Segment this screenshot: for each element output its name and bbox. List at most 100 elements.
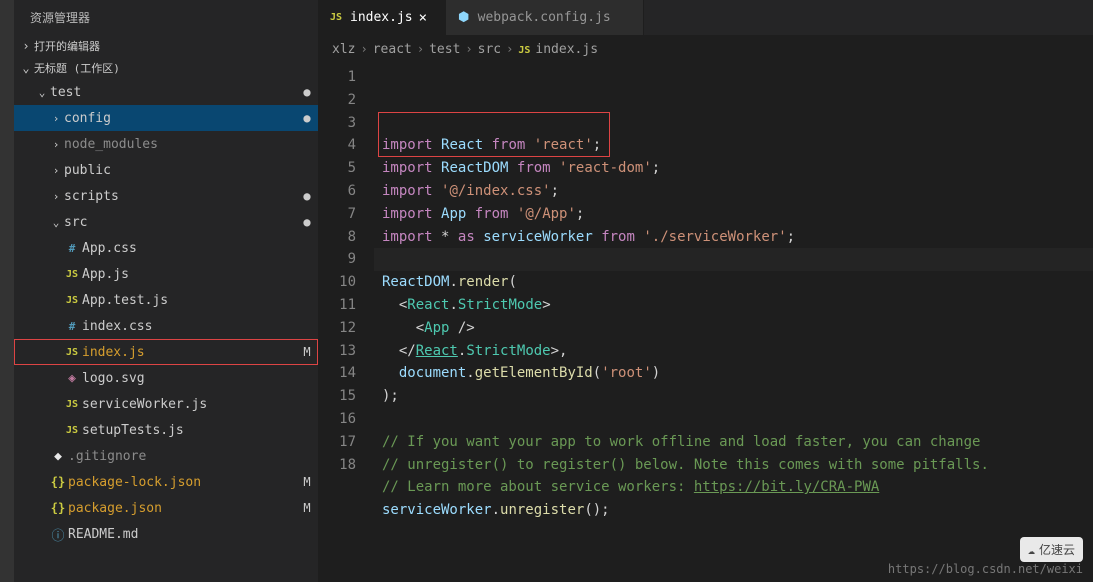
item-label: package-lock.json [68,475,296,490]
file-icon: JS [62,399,82,410]
file-index.js[interactable]: JSindex.jsM [14,339,318,365]
file-icon: JS [518,42,530,57]
code-line-2[interactable]: import ReactDOM from 'react-dom'; [374,157,1093,180]
breadcrumb-segment[interactable]: src [478,42,501,57]
cloud-badge: ☁ 亿速云 [1020,537,1083,562]
chevron-down-icon: ⌄ [34,86,50,99]
git-status: M [296,345,318,359]
file-.gitignore[interactable]: ◆.gitignore [14,443,318,469]
folder-public[interactable]: ›public [14,157,318,183]
chevron-right-icon: › [48,190,64,203]
item-label: setupTests.js [82,423,296,438]
file-App.js[interactable]: JSApp.js [14,261,318,287]
sidebar-title: 资源管理器 [14,0,318,35]
file-serviceWorker.js[interactable]: JSserviceWorker.js [14,391,318,417]
folder-scripts[interactable]: ›scripts● [14,183,318,209]
file-package.json[interactable]: {}package.jsonM [14,495,318,521]
item-label: App.js [82,267,296,282]
file-icon: JS [62,425,82,436]
editor-area: JS index.js × ⬢ webpack.config.js xlz › react ›… [318,0,1093,582]
tab-index.js[interactable]: JS index.js × [318,0,446,35]
file-icon: JS [62,269,82,280]
workspace-section[interactable]: ⌄ 无标题 (工作区) [14,57,318,79]
activity-bar[interactable] [0,0,14,582]
chevron-right-icon: › [465,42,472,56]
chevron-right-icon: › [48,112,64,125]
folder-src[interactable]: ⌄src● [14,209,318,235]
editor-tabs: JS index.js × ⬢ webpack.config.js [318,0,1093,35]
file-README.md[interactable]: ⓘREADME.md [14,521,318,547]
item-label: src [64,215,296,230]
chevron-right-icon: › [48,138,64,151]
chevron-right-icon: › [360,42,367,56]
folder-config[interactable]: ›config● [14,105,318,131]
item-label: App.css [82,241,296,256]
item-label: scripts [64,189,296,204]
close-icon[interactable]: × [419,10,435,26]
tab-label: webpack.config.js [478,10,611,25]
code-line-11[interactable]: document.getElementById('root') [374,362,1093,385]
item-label: serviceWorker.js [82,397,296,412]
chevron-right-icon: › [417,42,424,56]
item-label: App.test.js [82,293,296,308]
tab-label: index.js [350,10,413,25]
item-label: node_modules [64,137,296,152]
file-App.css[interactable]: #App.css [14,235,318,261]
item-label: test [50,85,296,100]
folder-node_modules[interactable]: ›node_modules [14,131,318,157]
file-icon: JS [328,12,344,23]
code-line-8[interactable]: <React.StrictMode> [374,294,1093,317]
chevron-right-icon: › [18,39,34,53]
chevron-down-icon: ⌄ [18,61,34,75]
file-icon: ⓘ [48,525,68,544]
code-editor[interactable]: 123456789101112131415161718 import React… [318,63,1093,582]
file-icon: JS [62,347,82,358]
breadcrumb-segment[interactable]: react [373,42,412,57]
item-label: public [64,163,296,178]
code-line-4[interactable]: import App from '@/App'; [374,203,1093,226]
git-status: M [296,475,318,489]
file-logo.svg[interactable]: ◈logo.svg [14,365,318,391]
code-line-5[interactable]: import * as serviceWorker from './servic… [374,226,1093,249]
file-package-lock.json[interactable]: {}package-lock.jsonM [14,469,318,495]
code-content[interactable]: import React from 'react';import ReactDO… [374,63,1093,582]
code-line-12[interactable]: ); [374,385,1093,408]
breadcrumb-segment[interactable]: test [429,42,460,57]
watermark: https://blog.csdn.net/weixi [888,562,1083,576]
code-line-7[interactable]: ReactDOM.render( [374,271,1093,294]
folder-test[interactable]: ⌄test● [14,79,318,105]
file-setupTests.js[interactable]: JSsetupTests.js [14,417,318,443]
code-line-13[interactable] [374,408,1093,431]
open-editors-section[interactable]: › 打开的编辑器 [14,35,318,57]
chevron-right-icon: › [506,42,513,56]
file-icon: {} [48,475,68,489]
breadcrumb[interactable]: xlz › react › test › src › JS index.js [318,35,1093,63]
file-icon: JS [62,295,82,306]
file-icon: # [62,242,82,255]
code-line-10[interactable]: </React.StrictMode>, [374,340,1093,363]
item-label: index.js [82,345,296,360]
code-line-16[interactable]: // Learn more about service workers: htt… [374,476,1093,499]
code-line-6[interactable] [374,248,1093,271]
file-icon: {} [48,501,68,515]
file-index.css[interactable]: #index.css [14,313,318,339]
code-line-9[interactable]: <App /> [374,317,1093,340]
breadcrumb-segment[interactable]: index.js [535,42,598,57]
breadcrumb-segment[interactable]: xlz [332,42,355,57]
item-label: config [64,111,296,126]
code-line-17[interactable]: serviceWorker.unregister(); [374,499,1093,522]
explorer-sidebar: 资源管理器 › 打开的编辑器 ⌄ 无标题 (工作区) ⌄test●›config… [14,0,318,582]
file-icon: ◈ [62,371,82,386]
code-line-18[interactable] [374,522,1093,545]
code-line-15[interactable]: // unregister() to register() below. Not… [374,454,1093,477]
tab-webpack.config.js[interactable]: ⬢ webpack.config.js [446,0,644,35]
status-dot: ● [296,111,318,125]
git-status: M [296,501,318,515]
file-icon: ⬢ [456,10,472,25]
code-line-3[interactable]: import '@/index.css'; [374,180,1093,203]
item-label: package.json [68,501,296,516]
code-line-14[interactable]: // If you want your app to work offline … [374,431,1093,454]
file-App.test.js[interactable]: JSApp.test.js [14,287,318,313]
chevron-right-icon: › [48,164,64,177]
code-line-1[interactable]: import React from 'react'; [374,134,1093,157]
